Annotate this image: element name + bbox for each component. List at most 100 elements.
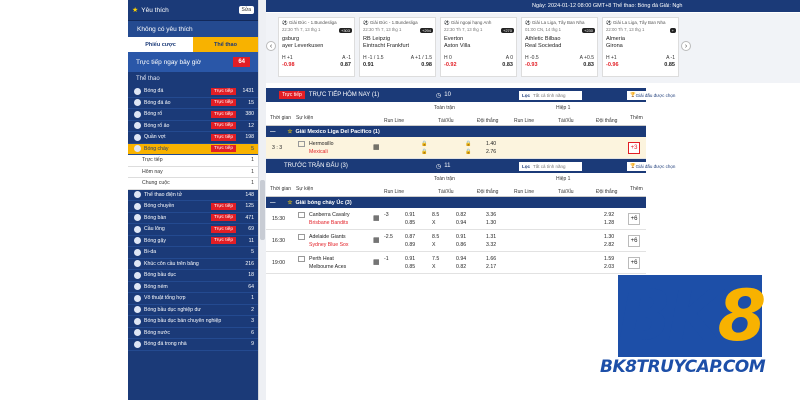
half-win-odds-1[interactable]: 2.92 (604, 212, 614, 218)
card-home-odds[interactable]: -0.98 (282, 62, 295, 68)
filter-select[interactable]: Lọc Tất cả tính năng (519, 90, 582, 100)
more-markets-button[interactable]: +6 (628, 257, 640, 269)
pre-league-header[interactable]: — ☆ Giải bóng chày Úc (3) (266, 197, 646, 208)
more-markets-button[interactable]: +6 (628, 213, 640, 225)
more-markets-button[interactable]: +6 (628, 235, 640, 247)
sidebar-item-sport2-3[interactable]: Cầu lông Trực tiếp 69 (128, 224, 258, 236)
live-league-header[interactable]: — ☆ Giải Mexico Liga Del Pacifico (1) (266, 126, 646, 137)
pre-filter-select[interactable]: Lọc Tất cả tính năng (519, 161, 582, 171)
collapse-icon[interactable]: — (270, 129, 276, 135)
runline-odds-2[interactable]: 0.85 (405, 220, 415, 226)
sidebar-scrollbar[interactable] (258, 0, 266, 400)
stats-icon[interactable]: ▦ (373, 236, 380, 244)
sidebar-item-sport2-6[interactable]: Khúc côn cầu trên băng 216 (128, 259, 258, 270)
card-home-odds[interactable]: -0.93 (525, 62, 538, 68)
win-odds-2[interactable]: 2.17 (486, 264, 496, 270)
sidebar-subitem-1[interactable]: Hôm nay 1 (128, 166, 258, 178)
sidebar-item-sport-5[interactable]: Bóng chày Trực tiếp 5 (128, 143, 258, 155)
sidebar-item-sport2-7[interactable]: Bóng bầu dục 18 (128, 270, 258, 282)
runline-odds-2[interactable]: 0.85 (405, 264, 415, 270)
card-away-odds[interactable]: 0.85 (664, 62, 675, 68)
featured-match-card[interactable]: ⚽ Giải Đức - 1.Bundesliga 22:30 Th 7, 13 … (359, 17, 436, 77)
over-odds[interactable]: 0.91 (456, 234, 466, 240)
featured-match-card[interactable]: ⚽ Giải ngoại hạng Anh 22:30 Th 7, 13 thg … (440, 17, 517, 77)
live-now-row[interactable]: Trực tiếp ngay bây giờ 64 (128, 52, 258, 72)
card-badge[interactable]: +230 (581, 28, 595, 33)
star-icon[interactable]: ☆ (288, 200, 293, 206)
card-badge[interactable]: +270 (500, 28, 514, 33)
half-win-odds-1[interactable]: 1.59 (604, 256, 614, 262)
chevron-left-icon[interactable]: ‹ (266, 41, 276, 51)
card-home-odds[interactable]: -0.96 (606, 62, 619, 68)
sidebar-item-sport-4[interactable]: Quần vợt Trực tiếp 198 (128, 132, 258, 144)
under-odds[interactable]: 0.94 (456, 220, 466, 226)
card-home-line: H +1 (282, 55, 293, 61)
featured-match-card[interactable]: ⚽ Giải Đức - 1.Bundesliga 22:30 Th 7, 13 … (278, 17, 355, 77)
card-badge[interactable]: +294 (419, 28, 433, 33)
sidebar-item-sport2-0[interactable]: Thể thao điện tử 148 (128, 190, 258, 201)
runline-odds-1[interactable]: 0.91 (405, 256, 415, 262)
win-odds-2[interactable]: 3.32 (486, 242, 496, 248)
featured-match-card[interactable]: ⚽ Giải La Liga, Tây Ban Nha 22:00 Th 7, 1… (602, 17, 679, 77)
choose-league-button[interactable]: 🏆 Giải đấu được chọn (627, 90, 682, 100)
more-markets-button[interactable]: +3 (628, 142, 640, 154)
under-odds[interactable]: 0.82 (456, 264, 466, 270)
tab-sports[interactable]: Thể thao (193, 37, 258, 52)
over-odds[interactable]: 0.82 (456, 212, 466, 218)
star-icon[interactable] (298, 234, 305, 240)
half-win-odds-2[interactable]: 1.28 (604, 220, 614, 226)
star-icon[interactable] (298, 256, 305, 262)
card-badge[interactable]: + (669, 28, 676, 33)
under-odds[interactable]: 0.86 (456, 242, 466, 248)
stats-icon[interactable]: ▦ (373, 258, 380, 266)
card-away-odds[interactable]: 0.83 (502, 62, 513, 68)
sidebar-item-sport-3[interactable]: Bóng rổ ảo Trực tiếp 12 (128, 121, 258, 132)
sidebar-item-sport2-1[interactable]: Bóng chuyền Trực tiếp 125 (128, 201, 258, 213)
card-home-odds[interactable]: 0.91 (363, 62, 374, 68)
star-icon[interactable] (298, 141, 305, 147)
runline-odds-1[interactable]: 0.91 (405, 212, 415, 218)
sidebar-item-sport-2[interactable]: Bóng rổ Trực tiếp 380 (128, 109, 258, 121)
half-win-odds-1[interactable]: 1.30 (604, 234, 614, 240)
sidebar-item-sport2-2[interactable]: Bóng bàn Trực tiếp 471 (128, 213, 258, 224)
runline-odds-2[interactable]: 0.89 (405, 242, 415, 248)
card-away-odds[interactable]: 0.98 (421, 62, 432, 68)
sidebar-item-sport2-10[interactable]: Bóng bầu dục nghiệp dư 2 (128, 305, 258, 316)
collapse-icon[interactable]: — (270, 200, 276, 206)
half-win-odds-2[interactable]: 2.03 (604, 264, 614, 270)
sidebar-item-sport2-4[interactable]: Bóng gậy Trực tiếp 11 (128, 236, 258, 247)
sidebar-item-sport2-11[interactable]: Bóng bầu dục bán chuyên nghiệp 3 (128, 316, 258, 328)
sidebar-item-sport2-12[interactable]: Bóng nước 6 (128, 328, 258, 339)
featured-match-card[interactable]: ⚽ Giải La Liga, Tây Ban Nha 01:00 CN, 14 … (521, 17, 598, 77)
card-away-odds[interactable]: 0.87 (340, 62, 351, 68)
chevron-right-icon[interactable]: › (681, 41, 691, 51)
sidebar-subitem-0[interactable]: Trực tiếp 1 (128, 155, 258, 167)
sidebar-item-sport-0[interactable]: Bóng đá Trực tiếp 1431 (128, 86, 258, 98)
sidebar-item-sport2-5[interactable]: Bi-da 5 (128, 247, 258, 259)
sidebar-item-sport2-13[interactable]: Bóng đá trong nhà 9 (128, 339, 258, 351)
sidebar-item-sport-1[interactable]: Bóng đá ảo Trực tiếp 15 (128, 98, 258, 109)
edit-favorites-button[interactable]: Sửa (238, 6, 254, 14)
stats-icon[interactable]: ▦ (373, 143, 380, 151)
tab-bet-slip[interactable]: Phiếu cược (128, 37, 193, 52)
card-badge[interactable]: +303 (338, 28, 352, 33)
star-icon[interactable] (298, 212, 305, 218)
sidebar-item-sport2-8[interactable]: Bóng ném 64 (128, 282, 258, 293)
win-odds-2[interactable]: 2.76 (486, 149, 496, 155)
stats-icon[interactable]: ▦ (373, 214, 380, 222)
pre-choose-league-button[interactable]: 🏆 Giải đấu được chọn (627, 161, 682, 171)
runline-odds-1[interactable]: 0.87 (405, 234, 415, 240)
win-odds-2[interactable]: 1.30 (486, 220, 496, 226)
card-away-odds[interactable]: 0.83 (583, 62, 594, 68)
win-odds-1[interactable]: 1.31 (486, 234, 496, 240)
sidebar-item-sport2-9[interactable]: Võ thuật tổng hợp 1 (128, 293, 258, 305)
scrollbar-thumb[interactable] (260, 180, 265, 240)
over-odds[interactable]: 0.94 (456, 256, 466, 262)
half-win-odds-2[interactable]: 2.82 (604, 242, 614, 248)
star-icon[interactable]: ☆ (288, 129, 293, 135)
card-home-odds[interactable]: -0.92 (444, 62, 457, 68)
win-odds-1[interactable]: 1.40 (486, 141, 496, 147)
win-odds-1[interactable]: 3.36 (486, 212, 496, 218)
win-odds-1[interactable]: 1.66 (486, 256, 496, 262)
sidebar-subitem-2[interactable]: Chung cuộc 1 (128, 178, 258, 190)
